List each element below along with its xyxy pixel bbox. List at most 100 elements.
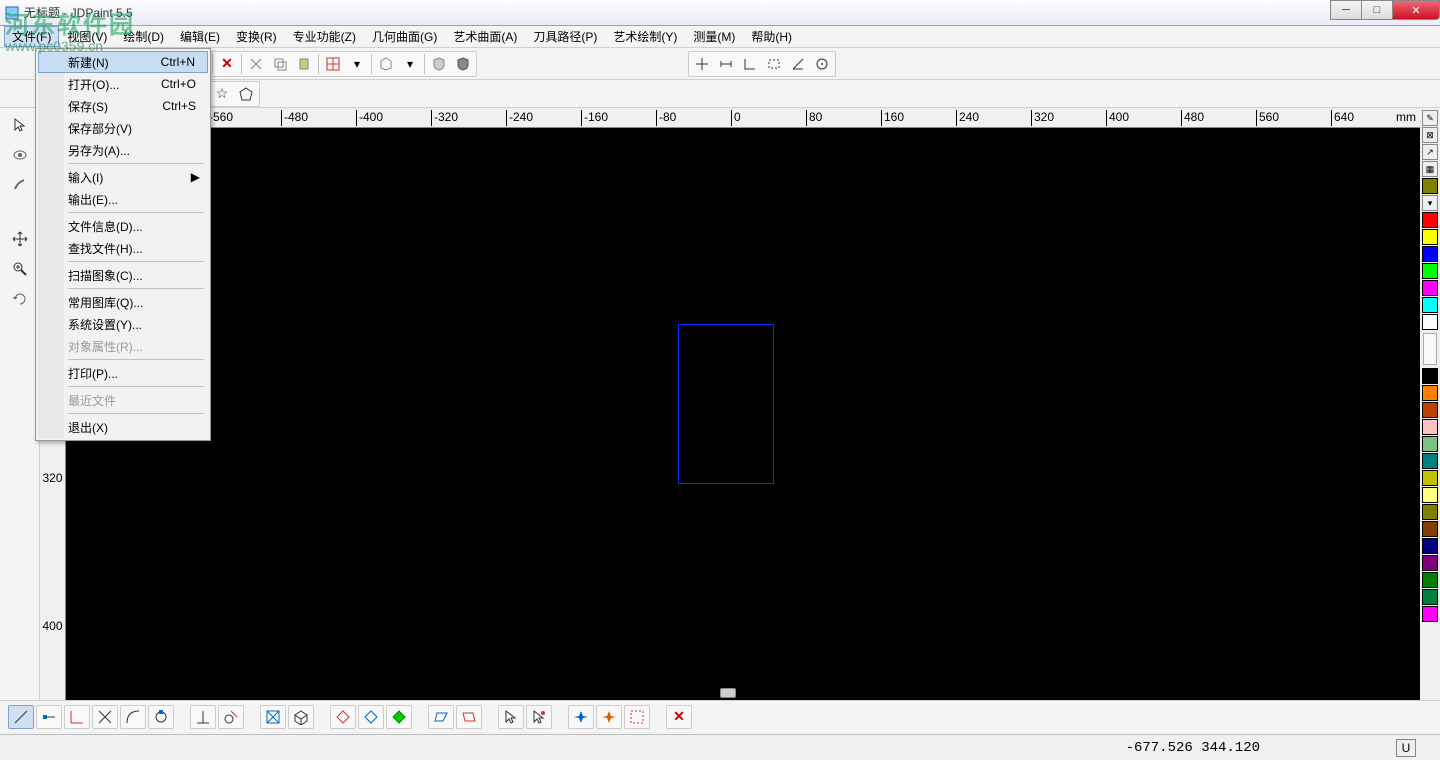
swatch-brown[interactable] bbox=[1422, 402, 1438, 418]
bt-intersect-icon[interactable] bbox=[260, 705, 286, 729]
swatch-darkolive[interactable] bbox=[1422, 504, 1438, 520]
dd-findfile[interactable]: 查找文件(H)... bbox=[38, 237, 208, 259]
bt-arc-icon[interactable] bbox=[120, 705, 146, 729]
polygon-tool-icon[interactable] bbox=[234, 83, 258, 105]
bt-tangent-icon[interactable] bbox=[218, 705, 244, 729]
dd-new[interactable]: 新建(N)Ctrl+N bbox=[38, 51, 208, 73]
bt-3d-icon[interactable] bbox=[288, 705, 314, 729]
snap-circle-icon[interactable] bbox=[810, 53, 834, 75]
bt-diamond2-icon[interactable] bbox=[358, 705, 384, 729]
swatch-orange[interactable] bbox=[1422, 385, 1438, 401]
bt-spark1-icon[interactable] bbox=[568, 705, 594, 729]
tool-select-icon[interactable] bbox=[6, 112, 34, 138]
swatch-navy[interactable] bbox=[1422, 538, 1438, 554]
palette-x-icon[interactable]: ⊠ bbox=[1422, 127, 1438, 143]
status-u-button[interactable]: U bbox=[1396, 739, 1416, 757]
bt-cursor1-icon[interactable] bbox=[498, 705, 524, 729]
dd-save[interactable]: 保存(S)Ctrl+S bbox=[38, 95, 208, 117]
swatch-black[interactable] bbox=[1422, 368, 1438, 384]
dd-scan[interactable]: 扫描图象(C)... bbox=[38, 264, 208, 286]
swatch-yellow[interactable] bbox=[1422, 229, 1438, 245]
swatch-white[interactable] bbox=[1422, 314, 1438, 330]
bt-selbox-icon[interactable] bbox=[624, 705, 650, 729]
swatch-darkbrown[interactable] bbox=[1422, 521, 1438, 537]
bt-skew1-icon[interactable] bbox=[428, 705, 454, 729]
swatch-magenta[interactable] bbox=[1422, 280, 1438, 296]
swatch-seagreen[interactable] bbox=[1422, 589, 1438, 605]
dd-lib[interactable]: 常用图库(Q)... bbox=[38, 291, 208, 313]
tool-zoom-icon[interactable] bbox=[6, 256, 34, 282]
swatch-lightyellow[interactable] bbox=[1422, 487, 1438, 503]
star-tool-icon[interactable]: ☆ bbox=[210, 83, 234, 105]
swatch-pink[interactable] bbox=[1422, 419, 1438, 435]
menu-file[interactable]: 文件(F) bbox=[4, 26, 59, 47]
snap-cross-icon[interactable] bbox=[690, 53, 714, 75]
palette-dropdown-icon[interactable]: ▾ bbox=[1422, 195, 1438, 211]
canvas[interactable] bbox=[66, 128, 1420, 700]
menu-pro[interactable]: 专业功能(Z) bbox=[285, 26, 364, 47]
menu-view[interactable]: 视图(V) bbox=[59, 26, 115, 47]
menu-draw[interactable]: 绘制(D) bbox=[115, 26, 172, 47]
bt-cancel-icon[interactable]: ✕ bbox=[666, 705, 692, 729]
bt-line-icon[interactable] bbox=[8, 705, 34, 729]
menu-artface[interactable]: 艺术曲面(A) bbox=[445, 26, 525, 47]
tool-eye-icon[interactable] bbox=[6, 142, 34, 168]
minimize-button[interactable]: ─ bbox=[1330, 0, 1362, 20]
palette-hatch-icon[interactable]: ▦ bbox=[1422, 161, 1438, 177]
grid-dropdown-icon[interactable]: ▾ bbox=[345, 53, 369, 75]
dd-print[interactable]: 打印(P)... bbox=[38, 362, 208, 384]
h-scroll-thumb[interactable] bbox=[720, 688, 736, 698]
palette-picker-icon[interactable]: ↗ bbox=[1422, 144, 1438, 160]
close-button[interactable]: ✕ bbox=[1392, 0, 1440, 20]
snap-angle-icon[interactable] bbox=[786, 53, 810, 75]
swatch-darkgreen[interactable] bbox=[1422, 572, 1438, 588]
swatch-green[interactable] bbox=[1422, 263, 1438, 279]
bt-spark2-icon[interactable] bbox=[596, 705, 622, 729]
swatch-olive[interactable] bbox=[1422, 178, 1438, 194]
palette-slider[interactable] bbox=[1423, 333, 1437, 365]
swatch-olive2[interactable] bbox=[1422, 470, 1438, 486]
menu-toolpath[interactable]: 刀具路径(P) bbox=[525, 26, 605, 47]
maximize-button[interactable]: □ bbox=[1361, 0, 1393, 20]
bt-diamond1-icon[interactable] bbox=[330, 705, 356, 729]
delete-icon[interactable]: ✕ bbox=[215, 53, 239, 75]
shield1-icon[interactable] bbox=[427, 53, 451, 75]
bt-perp-icon[interactable] bbox=[190, 705, 216, 729]
dd-open[interactable]: 打开(O)...Ctrl+O bbox=[38, 73, 208, 95]
dd-output[interactable]: 输出(E)... bbox=[38, 188, 208, 210]
swatch-red[interactable] bbox=[1422, 212, 1438, 228]
bt-circlehandle-icon[interactable] bbox=[148, 705, 174, 729]
grid-icon[interactable] bbox=[321, 53, 345, 75]
dd-fileinfo[interactable]: 文件信息(D)... bbox=[38, 215, 208, 237]
dd-savepart[interactable]: 保存部分(V) bbox=[38, 117, 208, 139]
bt-corner-icon[interactable] bbox=[64, 705, 90, 729]
swatch-cyan[interactable] bbox=[1422, 297, 1438, 313]
drawn-rectangle[interactable] bbox=[678, 324, 774, 484]
swatch-blue[interactable] bbox=[1422, 246, 1438, 262]
menu-help[interactable]: 帮助(H) bbox=[743, 26, 800, 47]
box-icon[interactable] bbox=[374, 53, 398, 75]
shield2-icon[interactable] bbox=[451, 53, 475, 75]
paste-icon[interactable] bbox=[292, 53, 316, 75]
dd-saveas[interactable]: 另存为(A)... bbox=[38, 139, 208, 161]
bt-cross-icon[interactable] bbox=[92, 705, 118, 729]
swatch-magenta2[interactable] bbox=[1422, 606, 1438, 622]
bt-diamond3-icon[interactable] bbox=[386, 705, 412, 729]
menu-measure[interactable]: 测量(M) bbox=[685, 26, 743, 47]
menu-artdraw[interactable]: 艺术绘制(Y) bbox=[605, 26, 685, 47]
snap-end-icon[interactable] bbox=[714, 53, 738, 75]
dd-syssettings[interactable]: 系统设置(Y)... bbox=[38, 313, 208, 335]
snap-rect-icon[interactable] bbox=[762, 53, 786, 75]
cut-icon[interactable] bbox=[244, 53, 268, 75]
menu-transform[interactable]: 变换(R) bbox=[228, 26, 285, 47]
swatch-palegreen[interactable] bbox=[1422, 436, 1438, 452]
swatch-teal[interactable] bbox=[1422, 453, 1438, 469]
menu-geom[interactable]: 几何曲面(G) bbox=[364, 26, 445, 47]
tool-rotate-icon[interactable] bbox=[6, 286, 34, 312]
swatch-purple[interactable] bbox=[1422, 555, 1438, 571]
bt-cursor2-icon[interactable] bbox=[526, 705, 552, 729]
bt-node-icon[interactable] bbox=[36, 705, 62, 729]
snap-corner-icon[interactable] bbox=[738, 53, 762, 75]
dd-input[interactable]: 输入(I)▶ bbox=[38, 166, 208, 188]
copy-icon[interactable] bbox=[268, 53, 292, 75]
